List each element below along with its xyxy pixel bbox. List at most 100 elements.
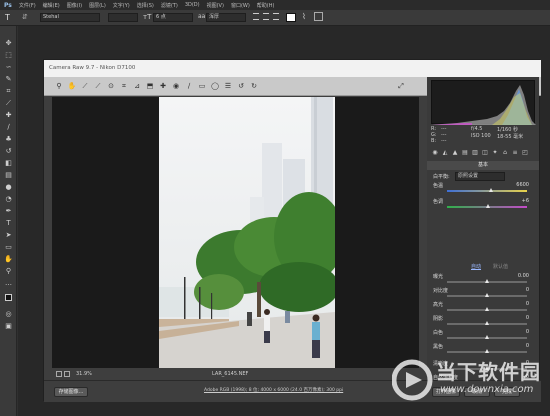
slider-row[interactable]: 曝光 0.00: [427, 273, 539, 286]
crop-tool-icon[interactable]: ⌗: [3, 86, 14, 97]
menu-edit[interactable]: 编辑(E): [43, 2, 60, 9]
menu-filter[interactable]: 滤镜(T): [161, 2, 178, 9]
tools-panel: ✥ ⬚ ∽ ✎ ⌗ ⟋ ✚ ∕ ♣ ↺ ◧ ▤ ● ◔ ✒ T ➤ ▭ ✋ ⚲ …: [0, 26, 17, 416]
slider-thumb[interactable]: [484, 293, 489, 297]
preferences-icon[interactable]: ☰: [223, 81, 233, 91]
options-bar: T ⇵ Stehal ᴛT 6 点 aa 浑厚 ⌇: [0, 10, 550, 26]
graduated-filter-icon[interactable]: ▭: [197, 81, 207, 91]
color-sampler-icon[interactable]: ⟋: [93, 81, 103, 91]
pen-tool-icon[interactable]: ✒: [3, 206, 14, 217]
slider-thumb[interactable]: [488, 188, 493, 192]
slider-thumb[interactable]: [486, 204, 491, 208]
stamp-tool-icon[interactable]: ♣: [3, 134, 14, 145]
slider-label: 白色: [433, 330, 444, 336]
type-tool-icon[interactable]: T: [5, 13, 10, 22]
slider-row[interactable]: 阴影 0: [427, 315, 539, 328]
more-tools-icon[interactable]: …: [3, 278, 14, 289]
orientation-icon[interactable]: ⇵: [22, 13, 28, 21]
slider-thumb[interactable]: [484, 335, 489, 339]
blur-tool-icon[interactable]: ●: [3, 182, 14, 193]
slider-value[interactable]: 0: [526, 329, 529, 335]
slider-row[interactable]: 色调 +6: [427, 198, 539, 211]
menu-help[interactable]: 帮助(H): [257, 2, 275, 9]
marquee-tool-icon[interactable]: ⬚: [3, 50, 14, 61]
slider-thumb[interactable]: [484, 279, 489, 283]
font-family-select[interactable]: Stehal: [40, 13, 100, 22]
spot-removal-icon[interactable]: ✚: [158, 81, 168, 91]
type-tool-icon-sidebar[interactable]: T: [3, 218, 14, 229]
crop-icon[interactable]: ⌗: [119, 81, 129, 91]
rotate-cw-icon[interactable]: ↻: [249, 81, 259, 91]
quick-select-tool-icon[interactable]: ✎: [3, 74, 14, 85]
menu-3d[interactable]: 3D(D): [185, 2, 200, 8]
brush-tool-icon[interactable]: ∕: [3, 122, 14, 133]
slider-value[interactable]: 0: [526, 301, 529, 307]
photoshop-logo: Ps: [4, 1, 12, 9]
slider-value[interactable]: 0.00: [518, 273, 529, 279]
menu-select[interactable]: 选择(S): [137, 2, 154, 9]
menu-type[interactable]: 文字(Y): [113, 2, 130, 9]
zoom-out-icon[interactable]: [56, 371, 62, 377]
history-brush-tool-icon[interactable]: ↺: [3, 146, 14, 157]
quick-mask-icon[interactable]: ◎: [3, 309, 14, 320]
zoom-icon[interactable]: ⚲: [54, 81, 64, 91]
warp-text-icon[interactable]: ⌇: [302, 12, 306, 21]
slider-value[interactable]: +6: [522, 198, 529, 204]
red-eye-icon[interactable]: ◉: [171, 81, 181, 91]
slider-value[interactable]: 0: [526, 315, 529, 321]
slider-value[interactable]: 0: [526, 287, 529, 293]
text-color-swatch[interactable]: [286, 13, 296, 22]
menu-file[interactable]: 文件(F): [19, 2, 36, 9]
menu-window[interactable]: 窗口(W): [231, 2, 250, 9]
menu-view[interactable]: 视图(V): [207, 2, 224, 9]
fullscreen-icon[interactable]: ⤢: [396, 81, 406, 91]
zoom-in-icon[interactable]: [64, 371, 70, 377]
healing-tool-icon[interactable]: ✚: [3, 110, 14, 121]
slider-row[interactable]: 白色 0: [427, 329, 539, 342]
hand-tool-icon[interactable]: ✋: [3, 254, 14, 265]
zoom-tool-icon[interactable]: ⚲: [3, 266, 14, 277]
lasso-tool-icon[interactable]: ∽: [3, 62, 14, 73]
zoom-level[interactable]: 31.9%: [76, 368, 92, 380]
straighten-icon[interactable]: ⊿: [132, 81, 142, 91]
save-image-button[interactable]: 存储图像...: [54, 387, 88, 397]
slider-value[interactable]: 6600: [516, 182, 529, 188]
gradient-tool-icon[interactable]: ▤: [3, 170, 14, 181]
slider-row[interactable]: 色温 6600: [427, 182, 539, 195]
preview-footer: 31.9% LAR_6145.NEF: [52, 368, 419, 380]
menu-image[interactable]: 图像(I): [67, 2, 82, 9]
workflow-options-link[interactable]: Adobe RGB (1998); 8 位; 4000 x 6000 (24.0…: [204, 387, 343, 393]
radial-filter-icon[interactable]: ◯: [210, 81, 220, 91]
align-right-icon[interactable]: [273, 13, 279, 20]
align-center-icon[interactable]: [263, 13, 269, 20]
font-size-field[interactable]: 6 点: [153, 13, 193, 22]
screen-mode-icon[interactable]: ▣: [3, 321, 14, 332]
slider-value[interactable]: 0: [526, 343, 529, 349]
shape-tool-icon[interactable]: ▭: [3, 242, 14, 253]
character-panel-icon[interactable]: [314, 12, 323, 21]
slider-row[interactable]: 高光 0: [427, 301, 539, 314]
eyedropper-tool-icon[interactable]: ⟋: [3, 98, 14, 109]
targeted-adjust-icon[interactable]: ⊙: [106, 81, 116, 91]
font-style-select[interactable]: [108, 13, 138, 22]
dodge-tool-icon[interactable]: ◔: [3, 194, 14, 205]
slider-label: 色温: [433, 183, 444, 189]
antialias-select[interactable]: 浑厚: [206, 13, 246, 22]
path-select-tool-icon[interactable]: ➤: [3, 230, 14, 241]
move-tool-icon[interactable]: ✥: [3, 38, 14, 49]
slider-thumb[interactable]: [484, 321, 489, 325]
hand-icon[interactable]: ✋: [67, 81, 77, 91]
foreground-color-swatch[interactable]: [5, 294, 12, 301]
align-left-icon[interactable]: [253, 13, 259, 20]
slider-thumb[interactable]: [484, 307, 489, 311]
menu-layer[interactable]: 图层(L): [89, 2, 106, 9]
white-balance-icon[interactable]: ⟋: [80, 81, 90, 91]
eraser-tool-icon[interactable]: ◧: [3, 158, 14, 169]
rotate-ccw-icon[interactable]: ↺: [236, 81, 246, 91]
photo-scene: [159, 97, 335, 368]
antialias-icon: aa: [198, 13, 206, 20]
transform-icon[interactable]: ⬒: [145, 81, 155, 91]
slider-row[interactable]: 对比度 0: [427, 287, 539, 300]
slider-track[interactable]: [447, 190, 527, 192]
adjustment-brush-icon[interactable]: ∕: [184, 81, 194, 91]
